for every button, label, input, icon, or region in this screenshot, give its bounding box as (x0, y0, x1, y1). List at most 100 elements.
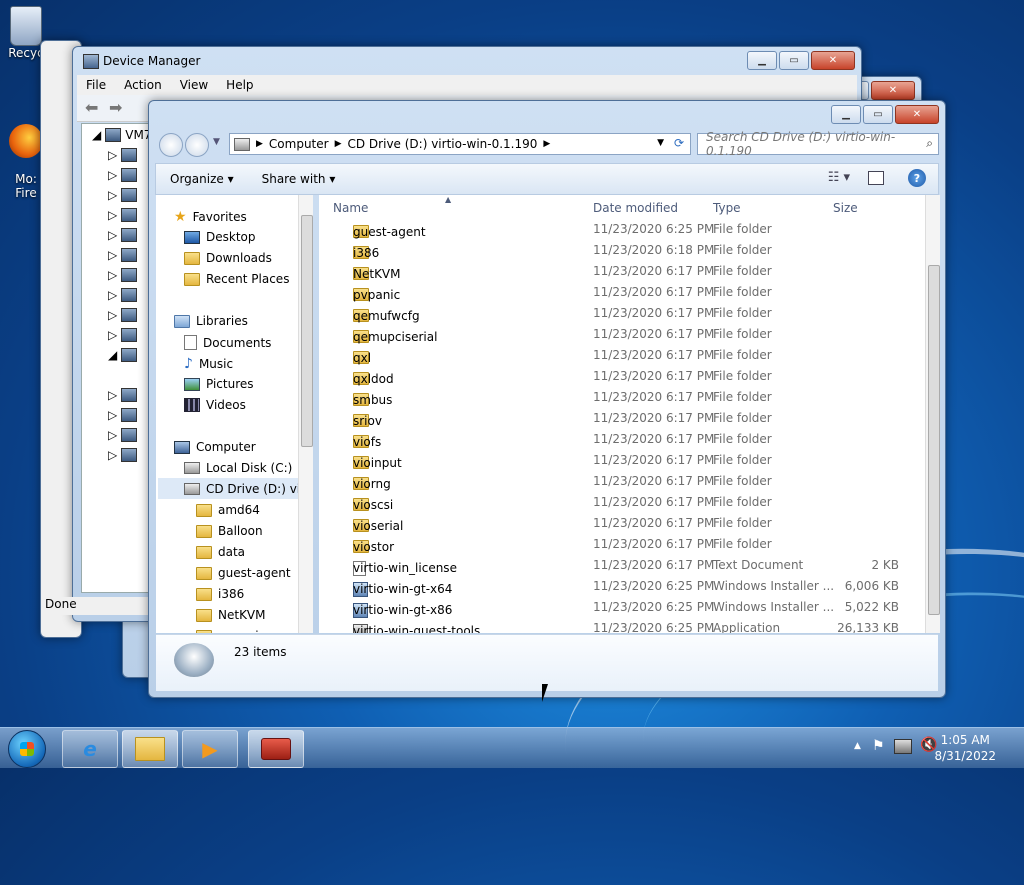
file-row[interactable]: NetKVM 11/23/2020 6:17 PM File folder (319, 261, 931, 282)
tree-node[interactable]: ◢ (108, 348, 138, 362)
file-row[interactable]: virtio-win_license 11/23/2020 6:17 PM Text… (319, 555, 931, 576)
explorer-window[interactable]: ▁ ▭ ✕ ▼ ▶ Computer ▶ CD Drive (D:) virti… (148, 100, 946, 698)
nav-subfolder[interactable]: pvpanic (196, 629, 265, 633)
nav-local-disk[interactable]: Local Disk (C:) (184, 461, 292, 475)
back-arrow-icon[interactable]: ⬅ (85, 98, 98, 117)
tree-node[interactable]: ▷ (108, 228, 138, 242)
minimize-button[interactable]: ▁ (831, 105, 861, 124)
refresh-icon[interactable]: ⟳ (674, 136, 684, 150)
start-button[interactable] (8, 730, 46, 768)
file-row[interactable]: qemufwcfg 11/23/2020 6:17 PM File folder (319, 303, 931, 324)
help-icon[interactable]: ? (908, 169, 926, 187)
nav-libraries[interactable]: Libraries (174, 314, 248, 328)
column-date[interactable]: Date modified (593, 201, 678, 215)
forward-arrow-icon[interactable]: ➡ (109, 98, 122, 117)
nav-subfolder[interactable]: data (196, 545, 245, 559)
show-hidden-icons-icon[interactable]: ▲ (854, 741, 861, 751)
network-error-icon[interactable] (894, 739, 912, 754)
taskbar-internet-explorer[interactable]: e (62, 730, 118, 768)
view-options-icon[interactable]: ☷ ▾ (828, 170, 850, 185)
nav-subfolder[interactable]: Balloon (196, 524, 263, 538)
action-center-flag-icon[interactable]: ⚑ (872, 738, 885, 754)
menu-help[interactable]: Help (217, 75, 262, 95)
column-size[interactable]: Size (833, 201, 858, 215)
file-row[interactable]: virtio-win-gt-x64 11/23/2020 6:25 PM Windo… (319, 576, 931, 597)
column-type[interactable]: Type (713, 201, 741, 215)
device-manager-titlebar[interactable]: Device Manager ▁ ▭ ✕ (73, 47, 861, 75)
breadcrumb-cd-drive[interactable]: CD Drive (D:) virtio-win-0.1.190 (348, 137, 538, 151)
taskbar-media-player[interactable]: ▶ (182, 730, 238, 768)
tree-root[interactable]: ◢ VM7 (92, 128, 151, 142)
address-bar[interactable]: ▶ Computer ▶ CD Drive (D:) virtio-win-0.… (229, 133, 691, 155)
nav-favorites[interactable]: ★ Favorites (174, 209, 247, 225)
tree-node[interactable]: ▷ (108, 148, 138, 162)
nav-subfolder[interactable]: i386 (196, 587, 244, 601)
nav-downloads[interactable]: Downloads (184, 251, 272, 265)
taskbar-device-manager[interactable] (248, 730, 304, 768)
tree-node[interactable]: ▷ (108, 208, 138, 222)
tree-node[interactable]: ▷ (108, 408, 138, 422)
taskbar-file-explorer[interactable] (122, 730, 178, 768)
scroll-thumb[interactable] (928, 265, 940, 615)
address-dropdown-icon[interactable]: ▼ (657, 138, 664, 148)
tree-node[interactable]: ▷ (108, 388, 138, 402)
nav-desktop[interactable]: Desktop (184, 230, 256, 244)
nav-cd-drive[interactable]: CD Drive (D:) virt (158, 478, 312, 499)
tree-node[interactable]: ▷ (108, 288, 138, 302)
nav-subfolder[interactable]: guest-agent (196, 566, 291, 580)
nav-music[interactable]: ♪ Music (184, 356, 233, 372)
nav-documents[interactable]: Documents (184, 335, 271, 350)
file-row[interactable]: qxl 11/23/2020 6:17 PM File folder (319, 345, 931, 366)
column-name[interactable]: Name (333, 201, 368, 215)
menu-file[interactable]: File (77, 75, 115, 95)
forward-button[interactable] (185, 133, 209, 157)
close-button[interactable]: ✕ (895, 105, 939, 124)
bg-close-button[interactable]: ✕ (871, 81, 915, 100)
file-row[interactable]: viorng 11/23/2020 6:17 PM File folder (319, 471, 931, 492)
recent-pages-icon[interactable]: ▼ (213, 137, 220, 147)
share-with-button[interactable]: Share with ▾ (248, 172, 350, 186)
menu-view[interactable]: View (171, 75, 217, 95)
tree-node[interactable]: ▷ (108, 308, 138, 322)
file-row[interactable]: pvpanic 11/23/2020 6:17 PM File folder (319, 282, 931, 303)
tree-node[interactable]: ▷ (108, 248, 138, 262)
file-row[interactable]: i386 11/23/2020 6:18 PM File folder (319, 240, 931, 261)
file-list-scrollbar[interactable] (925, 195, 940, 633)
file-row[interactable]: smbus 11/23/2020 6:17 PM File folder (319, 387, 931, 408)
file-row[interactable]: virtio-win-gt-x86 11/23/2020 6:25 PM Windo… (319, 597, 931, 618)
back-button[interactable] (159, 133, 183, 157)
maximize-button[interactable]: ▭ (863, 105, 893, 124)
maximize-button[interactable]: ▭ (779, 51, 809, 70)
file-row[interactable]: viofs 11/23/2020 6:17 PM File folder (319, 429, 931, 450)
tree-node[interactable]: ▷ (108, 328, 138, 342)
preview-pane-icon[interactable] (868, 171, 884, 185)
file-row[interactable]: viostor 11/23/2020 6:17 PM File folder (319, 534, 931, 555)
scroll-thumb[interactable] (301, 215, 313, 447)
file-row[interactable]: guest-agent 11/23/2020 6:25 PM File folder (319, 219, 931, 240)
nav-videos[interactable]: Videos (184, 398, 246, 412)
tree-node[interactable]: ▷ (108, 188, 138, 202)
file-row[interactable]: vioserial 11/23/2020 6:17 PM File folder (319, 513, 931, 534)
tree-node[interactable]: ▷ (108, 168, 138, 182)
file-list[interactable]: Name ▲ Date modified Type Size guest-age… (319, 195, 931, 633)
tree-node[interactable]: ▷ (108, 268, 138, 282)
minimize-button[interactable]: ▁ (747, 51, 777, 70)
navigation-scrollbar[interactable] (298, 195, 313, 633)
file-row[interactable]: virtio-win-guest-tools 11/23/2020 6:25 PM… (319, 618, 931, 633)
tree-node[interactable]: ▷ (108, 428, 138, 442)
search-icon[interactable]: ⌕ (926, 136, 933, 151)
search-input[interactable]: Search CD Drive (D:) virtio-win-0.1.190 … (697, 130, 939, 158)
explorer-titlebar[interactable]: ▁ ▭ ✕ (149, 101, 945, 129)
file-row[interactable]: sriov 11/23/2020 6:17 PM File folder (319, 408, 931, 429)
tree-node[interactable]: ▷ (108, 448, 138, 462)
navigation-pane[interactable]: ★ Favorites Desktop Downloads Recent Plac… (156, 195, 312, 633)
nav-recent-places[interactable]: Recent Places (184, 272, 289, 286)
organize-button[interactable]: Organize ▾ (156, 172, 248, 186)
file-row[interactable]: qemupciserial 11/23/2020 6:17 PM File fold… (319, 324, 931, 345)
file-row[interactable]: qxldod 11/23/2020 6:17 PM File folder (319, 366, 931, 387)
nav-pictures[interactable]: Pictures (184, 377, 254, 391)
nav-computer[interactable]: Computer (174, 440, 256, 454)
nav-subfolder[interactable]: NetKVM (196, 608, 266, 622)
file-row[interactable]: vioscsi 11/23/2020 6:17 PM File folder (319, 492, 931, 513)
nav-subfolder[interactable]: amd64 (196, 503, 260, 517)
